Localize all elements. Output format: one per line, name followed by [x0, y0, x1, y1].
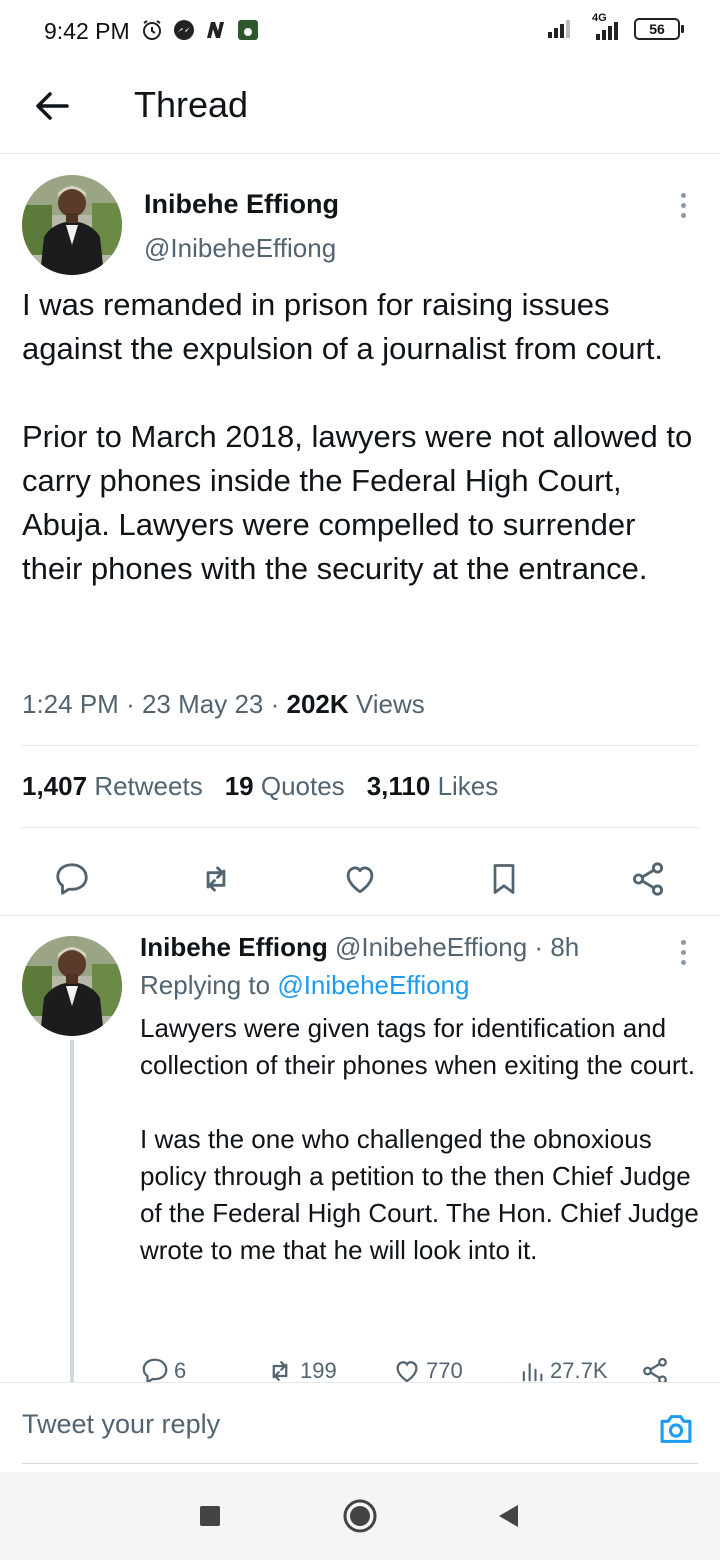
network-4g-indicator: 4G [584, 12, 624, 42]
football-app-icon [238, 20, 258, 40]
more-dot-icon [680, 192, 686, 198]
reply-comment-button[interactable]: 6 [140, 1356, 186, 1382]
retweet-icon [272, 1361, 288, 1381]
bookmark-icon [493, 864, 515, 894]
reply-author-handle[interactable]: @InibeheEffiong [335, 932, 527, 962]
meta-separator: · [126, 689, 135, 719]
replying-to-handle[interactable]: @InibeheEffiong [277, 970, 469, 1000]
likes-count: 3,110 [366, 771, 431, 801]
views-chart-icon [522, 1362, 543, 1382]
likes-label: Likes [437, 771, 499, 801]
recents-button[interactable] [190, 1496, 230, 1536]
quotes-label: Quotes [260, 771, 345, 801]
replying-to: Replying to @InibeheEffiong [140, 970, 469, 1001]
reply-header: Inibehe Effiong @InibeheEffiong · 8h [140, 932, 579, 963]
reply-comments-count: 6 [174, 1358, 187, 1382]
triangle-back-icon [499, 1505, 518, 1527]
avatar-image [22, 936, 122, 1036]
alarm-icon [143, 20, 161, 40]
reply-button[interactable] [50, 857, 94, 901]
battery-indicator: 56 [634, 18, 684, 40]
meta-separator: · [270, 689, 280, 719]
more-dot-icon [680, 202, 686, 208]
square-icon [200, 1506, 220, 1526]
like-button[interactable] [338, 857, 382, 901]
reply-age: 8h [550, 932, 580, 962]
tweet-meta: 1:24 PM · 23 May 23 · 202K Views [22, 689, 425, 720]
retweet-icon [206, 866, 226, 892]
reply-like-button[interactable]: 770 [392, 1356, 463, 1382]
more-dot-icon [680, 959, 686, 965]
signal-icon [548, 20, 570, 38]
camera-icon [660, 1415, 692, 1443]
back-button[interactable] [30, 84, 74, 128]
messenger-icon [174, 20, 194, 40]
reply-views-button[interactable]: 27.7K [518, 1356, 608, 1382]
share-button[interactable] [626, 857, 670, 901]
status-bar: 9:42 PM 4G 56 [0, 0, 720, 64]
system-nav-bar [0, 1472, 720, 1560]
reply-likes-count: 770 [426, 1358, 463, 1382]
tweet-text: I was remanded in prison for raising iss… [22, 287, 693, 586]
quotes-stat[interactable]: 19 Quotes [225, 771, 345, 802]
replying-to-label: Replying to [140, 970, 271, 1000]
comment-icon [56, 863, 88, 895]
thread-connector-line [70, 1040, 74, 1382]
reply-composer: Tweet your reply [0, 1382, 720, 1472]
views-count: 202K [286, 689, 349, 719]
retweet-button[interactable] [194, 857, 238, 901]
retweets-count: 1,407 [22, 771, 88, 801]
reply-text: Lawyers were given tags for identificati… [140, 1013, 699, 1265]
more-dot-icon [680, 949, 686, 955]
camera-button[interactable] [654, 1407, 698, 1451]
reply-share-button[interactable] [640, 1356, 670, 1382]
reply-input[interactable]: Tweet your reply [22, 1409, 220, 1440]
back-nav-button[interactable] [488, 1496, 528, 1536]
heart-icon [346, 866, 374, 894]
reply-retweet-button[interactable]: 199 [264, 1356, 337, 1382]
views-label: Views [355, 689, 425, 719]
tweet-stats: 1,407 Retweets 19 Quotes 3,110 Likes [22, 771, 498, 802]
circle-icon [343, 1499, 377, 1533]
quotes-count: 19 [224, 771, 254, 801]
reply-views-count: 27.7K [550, 1358, 608, 1382]
divider [22, 745, 698, 746]
tweet-time: 1:24 PM [22, 689, 119, 719]
share-icon [643, 1357, 667, 1382]
tweet-action-bar [0, 845, 720, 915]
status-notification-icons [140, 18, 260, 42]
thread-header: Thread [0, 64, 720, 154]
tweet-date: 23 May 23 [141, 689, 264, 719]
divider [22, 827, 698, 828]
page-title: Thread [134, 84, 249, 125]
more-dot-icon [680, 939, 686, 945]
status-time: 9:42 PM [44, 18, 130, 44]
reply-retweets-count: 199 [300, 1358, 337, 1382]
reply-tweet[interactable]: Inibehe Effiong @InibeheEffiong · 8h Rep… [0, 916, 720, 1382]
arrow-left-icon [36, 92, 69, 120]
comment-icon [142, 1358, 168, 1382]
meta-separator: · [534, 932, 544, 962]
reply-author-name[interactable]: Inibehe Effiong [140, 932, 328, 962]
status-system-icons: 4G 56 [546, 12, 684, 42]
retweets-stat[interactable]: 1,407 Retweets [22, 771, 203, 802]
share-icon [632, 862, 664, 896]
avatar[interactable] [22, 936, 122, 1036]
bookmark-button[interactable] [482, 857, 526, 901]
heart-icon [396, 1361, 418, 1382]
more-options-button[interactable] [668, 185, 698, 225]
author-name[interactable]: Inibehe Effiong [144, 189, 339, 220]
avatar[interactable] [22, 175, 122, 275]
composer-underline [22, 1463, 698, 1464]
retweets-label: Retweets [94, 771, 203, 801]
reply-action-bar: 6 199 770 27.7K [140, 1356, 680, 1382]
avatar-image [22, 175, 122, 275]
home-button[interactable] [340, 1496, 380, 1536]
news-app-icon [207, 22, 224, 38]
author-handle[interactable]: @InibeheEffiong [144, 233, 336, 264]
more-options-button[interactable] [668, 932, 698, 972]
signal-4g-icon [596, 22, 618, 40]
likes-stat[interactable]: 3,110 Likes [367, 771, 499, 802]
more-dot-icon [680, 212, 686, 218]
